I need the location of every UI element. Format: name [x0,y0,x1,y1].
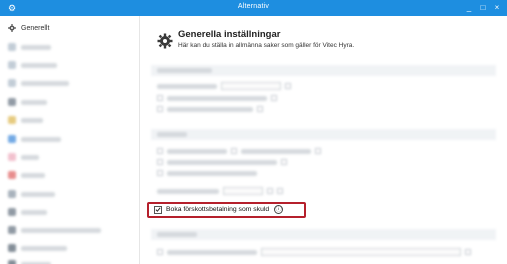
window-controls: _ □ × [465,2,501,14]
sidebar-item[interactable] [8,133,61,145]
main-panel: Generella inställningar Här kan du ställ… [141,16,507,264]
minimize-button[interactable]: _ [465,2,473,14]
setting-row[interactable] [157,187,283,195]
title-bar: ⚙ Alternativ _ □ × [0,0,507,16]
sidebar-item[interactable] [8,114,43,126]
setting-row[interactable] [157,106,263,112]
setting-row[interactable] [157,248,471,256]
setting-row[interactable] [157,148,321,154]
gear-icon [8,24,16,32]
window-title: Alternativ [237,3,270,10]
sidebar-item[interactable] [8,206,47,218]
page-subtitle: Här kan du ställa in allmänna saker som … [178,42,355,49]
prepayment-as-debt-option[interactable]: Boka förskottsbetalning som skuld ⓘ [154,205,284,214]
options-window: ⚙ Alternativ _ □ × Generellt Generella i… [0,0,507,264]
sidebar-item[interactable] [8,41,51,53]
sidebar-item-label: Generellt [21,24,50,32]
sidebar-item[interactable] [8,151,39,163]
sidebar-item[interactable] [8,77,69,89]
close-button[interactable]: × [493,2,501,14]
setting-row[interactable] [157,82,291,90]
checkmark-icon [155,207,161,212]
setting-row[interactable] [157,159,287,165]
sidebar-item[interactable] [8,59,57,71]
sidebar: Generellt [0,16,140,264]
section-header [151,229,496,240]
sidebar-item[interactable] [8,96,47,108]
page-title: Generella inställningar [178,29,281,40]
sidebar-item[interactable] [8,224,101,236]
prepayment-as-debt-checkbox[interactable] [154,205,162,214]
sidebar-item[interactable] [8,242,67,254]
settings-gear-icon [157,33,173,49]
section-header [151,129,496,140]
maximize-button[interactable]: □ [479,2,487,14]
sidebar-item-generellt[interactable]: Generellt [8,22,49,34]
prepayment-as-debt-label: Boka förskottsbetalning som skuld [166,206,270,213]
section-header [151,65,496,76]
info-icon[interactable]: ⓘ [274,205,284,214]
setting-row[interactable] [157,95,277,101]
sidebar-item[interactable] [8,188,55,200]
sidebar-item[interactable] [8,258,51,264]
setting-row[interactable] [157,170,257,176]
sidebar-item[interactable] [8,169,45,181]
